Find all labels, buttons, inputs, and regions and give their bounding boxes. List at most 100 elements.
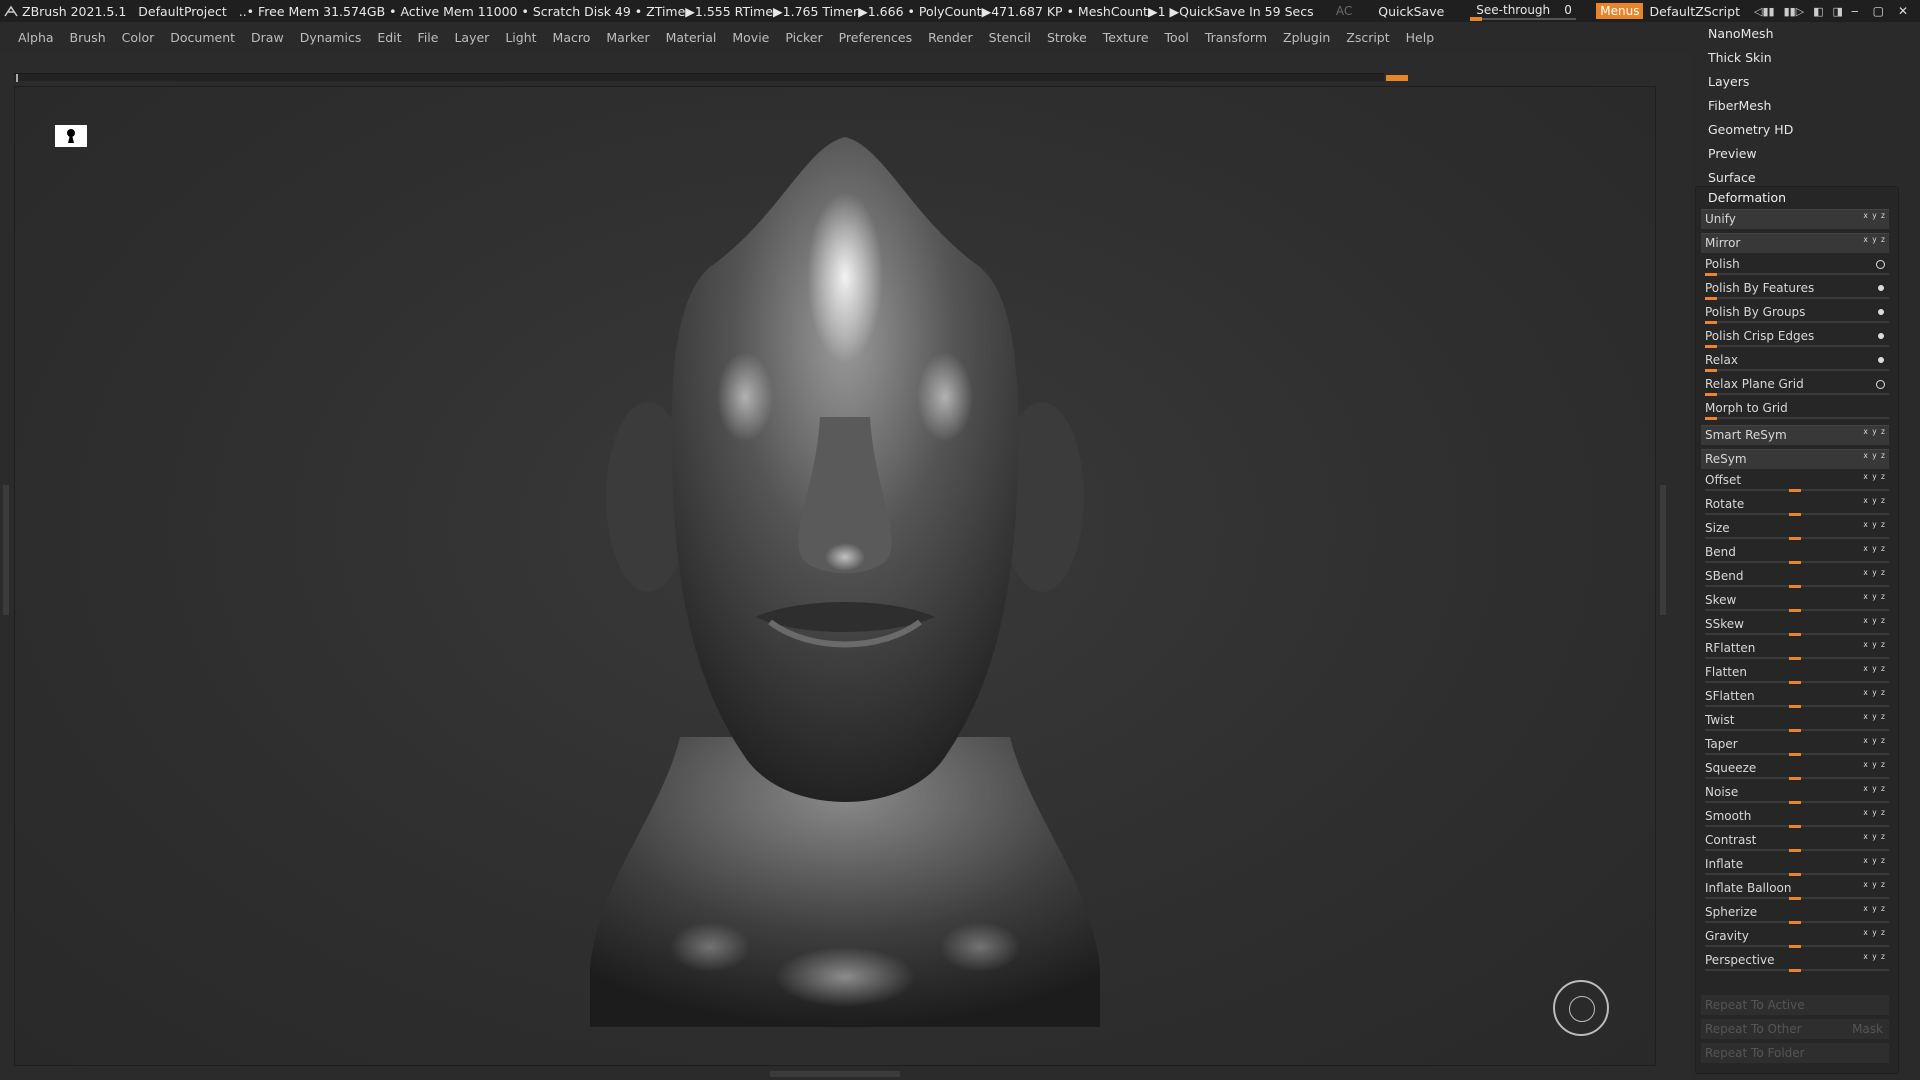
slider-inflate[interactable]: Inflate x y z xyxy=(1701,852,1889,876)
slider-gravity[interactable]: Gravity x y z xyxy=(1701,924,1889,948)
slider-knob[interactable] xyxy=(1789,705,1801,708)
axis-toggles[interactable]: x y z xyxy=(1863,804,1886,822)
slider-knob[interactable] xyxy=(1789,729,1801,732)
axis-toggles[interactable]: x y z xyxy=(1863,756,1886,774)
layout-restore-icon[interactable]: ◨ xyxy=(1833,5,1843,18)
slider-contrast[interactable]: Contrast x y z xyxy=(1701,828,1889,852)
slider-knob[interactable] xyxy=(1789,633,1801,636)
bottom-tray-handle[interactable] xyxy=(770,1071,900,1077)
axis-toggles[interactable]: x y z xyxy=(1863,636,1886,654)
slider-flatten[interactable]: Flatten x y z xyxy=(1701,663,1889,684)
menu-alpha[interactable]: Alpha xyxy=(18,30,54,45)
slider-knob[interactable] xyxy=(1789,849,1801,852)
axis-toggles[interactable]: x y z xyxy=(1863,492,1886,510)
repeat-to-folder-button[interactable]: Repeat To Folder xyxy=(1701,1043,1889,1063)
timeline-marker[interactable] xyxy=(1386,75,1408,81)
polish-by-features-slider[interactable]: Polish By Features xyxy=(1701,279,1889,300)
menu-zplugin[interactable]: Zplugin xyxy=(1283,30,1330,45)
axis-toggles[interactable]: x y z xyxy=(1863,900,1886,918)
slider-knob[interactable] xyxy=(1789,825,1801,828)
polish-mode-dot-icon[interactable] xyxy=(1878,333,1884,339)
slider-knob[interactable] xyxy=(1705,321,1717,324)
slider-squeeze[interactable]: Squeeze x y z xyxy=(1701,756,1889,780)
axis-toggles[interactable]: x y z xyxy=(1863,780,1886,798)
axis-toggles[interactable]: x y z xyxy=(1863,732,1886,750)
slider-taper[interactable]: Taper x y z xyxy=(1701,732,1889,756)
menu-light[interactable]: Light xyxy=(505,30,536,45)
menu-stroke[interactable]: Stroke xyxy=(1047,30,1087,45)
slider-knob[interactable] xyxy=(1705,345,1717,348)
slider-knob[interactable] xyxy=(1705,417,1717,420)
menu-help[interactable]: Help xyxy=(1406,30,1435,45)
menu-file[interactable]: File xyxy=(418,30,439,45)
axis-toggles[interactable]: x y z xyxy=(1863,876,1886,894)
axis-toggles[interactable]: x y z xyxy=(1863,540,1886,558)
slider-knob[interactable] xyxy=(1705,297,1717,300)
default-zscript-button[interactable]: DefaultZScript xyxy=(1649,4,1740,19)
slider-twist[interactable]: Twist x y z xyxy=(1701,708,1889,732)
deformation-title[interactable]: Deformation xyxy=(1696,187,1898,209)
mask-toggle[interactable]: Mask xyxy=(1852,1019,1883,1039)
unify-button[interactable]: Unify x y z xyxy=(1701,209,1889,229)
menu-zscript[interactable]: Zscript xyxy=(1346,30,1389,45)
slider-knob[interactable] xyxy=(1789,561,1801,564)
relax-plane-circle-icon[interactable] xyxy=(1876,380,1885,389)
section-fibermesh[interactable]: FiberMesh xyxy=(1690,94,1920,118)
menu-transform[interactable]: Transform xyxy=(1205,30,1267,45)
axis-toggles[interactable]: x y z xyxy=(1863,828,1886,846)
timeline-strip[interactable] xyxy=(14,73,1408,82)
menu-texture[interactable]: Texture xyxy=(1103,30,1149,45)
smart-resym-axis-toggles[interactable]: x y z xyxy=(1863,423,1886,441)
ac-button[interactable]: AC xyxy=(1336,4,1352,18)
menu-preferences[interactable]: Preferences xyxy=(839,30,913,45)
relax-plane-grid-slider[interactable]: Relax Plane Grid xyxy=(1701,375,1889,396)
menu-document[interactable]: Document xyxy=(170,30,235,45)
slider-rotate[interactable]: Rotate x y z xyxy=(1701,492,1889,516)
axis-toggles[interactable]: x y z xyxy=(1863,852,1886,870)
maximize-icon[interactable]: ▢ xyxy=(1873,4,1884,18)
morph-to-grid-slider[interactable]: Morph to Grid xyxy=(1701,399,1889,420)
menu-marker[interactable]: Marker xyxy=(606,30,649,45)
slider-skew[interactable]: Skew x y z xyxy=(1701,591,1889,612)
slider-knob[interactable] xyxy=(1705,393,1717,396)
menu-edit[interactable]: Edit xyxy=(377,30,401,45)
slider-knob[interactable] xyxy=(1789,681,1801,684)
axis-toggles[interactable]: x y z xyxy=(1863,516,1886,534)
axis-toggles[interactable]: x y z xyxy=(1863,564,1886,582)
slider-knob[interactable] xyxy=(1789,513,1801,516)
slider-knob[interactable] xyxy=(1789,609,1801,612)
axis-toggles[interactable]: x y z xyxy=(1863,468,1886,486)
menu-macro[interactable]: Macro xyxy=(553,30,591,45)
relax-slider[interactable]: Relax xyxy=(1701,351,1889,372)
polish-by-groups-slider[interactable]: Polish By Groups xyxy=(1701,303,1889,324)
polish-crisp-edges-slider[interactable]: Polish Crisp Edges xyxy=(1701,327,1889,348)
slider-sskew[interactable]: SSkew x y z xyxy=(1701,612,1889,636)
right-tray-handle[interactable] xyxy=(1660,485,1666,615)
axis-toggles[interactable]: x y z xyxy=(1863,612,1886,630)
section-nanomesh[interactable]: NanoMesh xyxy=(1690,22,1920,46)
slider-bend[interactable]: Bend x y z xyxy=(1701,540,1889,564)
slider-smooth[interactable]: Smooth x y z xyxy=(1701,804,1889,828)
axis-toggles[interactable]: x y z xyxy=(1863,684,1886,702)
slider-knob[interactable] xyxy=(1789,753,1801,756)
slider-sflatten[interactable]: SFlatten x y z xyxy=(1701,684,1889,708)
axis-toggles[interactable]: x y z xyxy=(1863,924,1886,942)
section-thick-skin[interactable]: Thick Skin xyxy=(1690,46,1920,70)
layout-switch-icon[interactable]: ◧ xyxy=(1813,5,1823,18)
slider-rflatten[interactable]: RFlatten x y z xyxy=(1701,636,1889,660)
axis-toggles[interactable]: x y z xyxy=(1863,708,1886,726)
slider-inflate-balloon[interactable]: Inflate Balloon x y z xyxy=(1701,876,1889,900)
slider-knob[interactable] xyxy=(1789,873,1801,876)
polish-mode-dot-icon[interactable] xyxy=(1878,309,1884,315)
menu-dynamics[interactable]: Dynamics xyxy=(300,30,362,45)
menus-button[interactable]: Menus xyxy=(1596,3,1644,19)
polish-mode-circle-icon[interactable] xyxy=(1876,260,1885,269)
menu-brush[interactable]: Brush xyxy=(70,30,106,45)
slider-perspective[interactable]: Perspective x y z xyxy=(1701,951,1889,972)
slider-knob[interactable] xyxy=(1789,489,1801,492)
see-through-slider[interactable]: See-through 0 xyxy=(1470,2,1577,21)
project-name[interactable]: DefaultProject xyxy=(138,4,226,19)
mirror-button[interactable]: Mirror x y z xyxy=(1701,233,1889,253)
menu-picker[interactable]: Picker xyxy=(785,30,822,45)
section-layers[interactable]: Layers xyxy=(1690,70,1920,94)
